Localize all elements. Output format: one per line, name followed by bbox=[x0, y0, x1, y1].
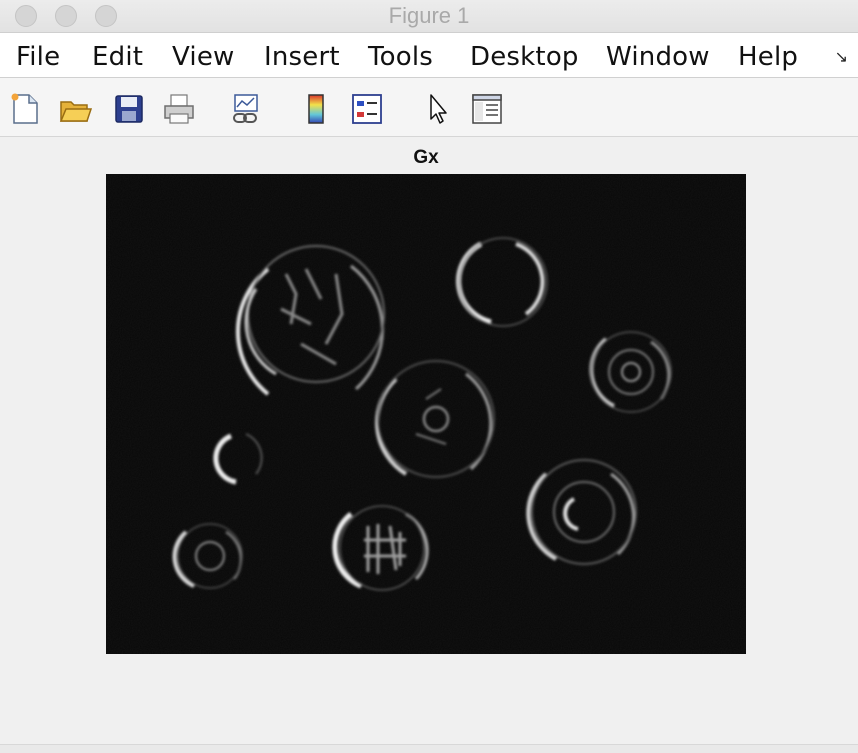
open-file-icon[interactable] bbox=[58, 92, 93, 126]
gradient-image-axes[interactable] bbox=[106, 174, 746, 654]
menu-view[interactable]: View bbox=[172, 42, 235, 72]
save-icon[interactable] bbox=[112, 92, 146, 126]
edit-plot-pointer-icon[interactable] bbox=[422, 92, 456, 126]
menu-overflow-icon[interactable]: ↘ bbox=[835, 47, 848, 67]
menu-desktop[interactable]: Desktop bbox=[470, 42, 579, 72]
menu-tools[interactable]: Tools bbox=[368, 42, 433, 72]
gradient-image bbox=[106, 174, 746, 654]
show-plot-tools-icon[interactable] bbox=[470, 92, 504, 126]
insert-colorbar-icon[interactable] bbox=[300, 92, 334, 126]
link-plot-icon[interactable] bbox=[229, 92, 263, 126]
print-icon[interactable] bbox=[162, 92, 196, 126]
menu-bar: File Edit View Insert Tools Desktop Wind… bbox=[0, 33, 858, 78]
menu-insert[interactable]: Insert bbox=[264, 42, 340, 72]
window-titlebar: Figure 1 bbox=[0, 0, 858, 33]
window-title: Figure 1 bbox=[388, 3, 470, 28]
menu-edit[interactable]: Edit bbox=[92, 42, 143, 72]
insert-legend-icon[interactable] bbox=[350, 92, 384, 126]
axes-title: Gx bbox=[413, 147, 439, 168]
menu-file[interactable]: File bbox=[16, 42, 60, 72]
menu-help[interactable]: Help bbox=[738, 42, 798, 72]
menu-window[interactable]: Window bbox=[606, 42, 710, 72]
new-figure-icon[interactable] bbox=[8, 92, 42, 126]
figure-toolbar bbox=[0, 78, 858, 137]
